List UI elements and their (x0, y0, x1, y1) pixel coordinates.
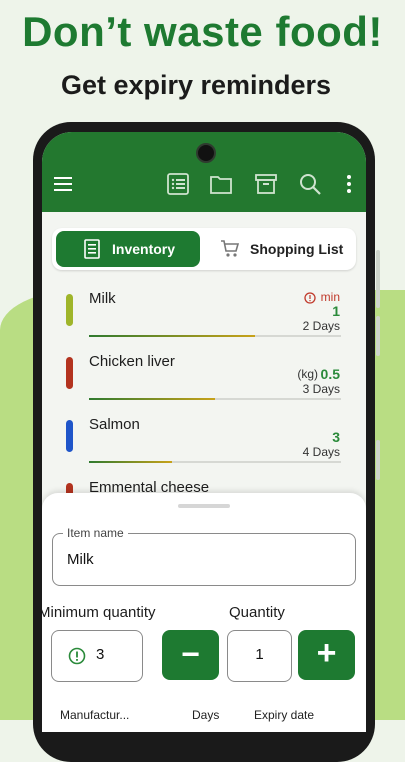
archive-icon[interactable] (254, 172, 278, 196)
tab-bar: Inventory Shopping List (52, 228, 356, 270)
edit-item-sheet: Item name Milk Minimum quantity Quantity… (42, 493, 366, 732)
tab-inventory-label: Inventory (112, 241, 176, 257)
list-icon[interactable] (166, 172, 190, 196)
min-qty-label: Minimum quantity (42, 604, 156, 621)
quantity-field[interactable]: 1 (227, 630, 292, 682)
item-quantity: 0.5 (320, 366, 340, 382)
tab-shopping-list[interactable]: Shopping List (204, 231, 352, 267)
plus-icon: + (316, 634, 337, 672)
item-quantity: 1 (332, 303, 340, 319)
promo-subline: Get expiry reminders (60, 70, 332, 100)
item-quantity: 3 (332, 429, 340, 445)
item-unit: (kg) (297, 367, 318, 381)
item-name: Salmon (89, 416, 140, 433)
minus-icon: − (181, 636, 200, 672)
tab-inventory[interactable]: Inventory (56, 231, 200, 267)
item-name-field[interactable]: Item name Milk (52, 526, 356, 586)
list-item[interactable]: Milk min 1 2 Days (42, 290, 366, 352)
list-item[interactable]: Salmon 3 4 Days (42, 416, 366, 478)
item-days-left: 3 Days (302, 382, 340, 396)
tab-shopping-list-label: Shopping List (250, 241, 344, 257)
folder-icon[interactable] (209, 172, 233, 196)
alert-icon (304, 292, 316, 304)
item-color-indicator (66, 357, 73, 389)
cart-icon (221, 240, 240, 257)
sheet-drag-handle[interactable] (178, 504, 230, 508)
min-qty-field[interactable]: 3 (51, 630, 143, 682)
freshness-fill (89, 398, 215, 400)
menu-icon[interactable] (53, 176, 75, 192)
item-name: Chicken liver (89, 353, 175, 370)
phone-side-button (376, 440, 380, 480)
alert-icon (68, 647, 86, 665)
search-icon[interactable] (298, 172, 322, 196)
item-days-left: 4 Days (302, 445, 340, 459)
phone-side-button (376, 316, 380, 356)
freshness-bar (89, 461, 341, 463)
freshness-fill (89, 335, 256, 337)
item-color-indicator (66, 294, 73, 326)
promo-headline: Don’t waste food! (22, 8, 383, 55)
freshness-fill (89, 461, 173, 463)
phone-screen: Inventory Shopping List Milk min 1 2 Day… (42, 132, 366, 732)
phone-side-button (376, 250, 380, 308)
list-item[interactable]: Chicken liver (kg) 0.5 3 Days (42, 353, 366, 415)
item-name: Milk (89, 290, 116, 307)
qty-label: Quantity (229, 604, 285, 621)
app-bar (42, 132, 366, 212)
item-color-indicator (66, 420, 73, 452)
quantity-value: 1 (255, 646, 264, 663)
freshness-bar (89, 335, 341, 337)
item-name-field-label: Item name (63, 526, 128, 540)
freshness-bar (89, 398, 341, 400)
inventory-icon (84, 239, 100, 259)
more-vert-icon[interactable] (344, 174, 354, 194)
increase-quantity-button[interactable]: + (298, 630, 355, 680)
item-days-left: 2 Days (302, 319, 340, 333)
front-camera (196, 143, 216, 163)
item-name-value: Milk (67, 551, 94, 568)
decrease-quantity-button[interactable]: − (162, 630, 219, 680)
min-label: min (320, 290, 340, 304)
min-qty-value: 3 (96, 646, 105, 663)
